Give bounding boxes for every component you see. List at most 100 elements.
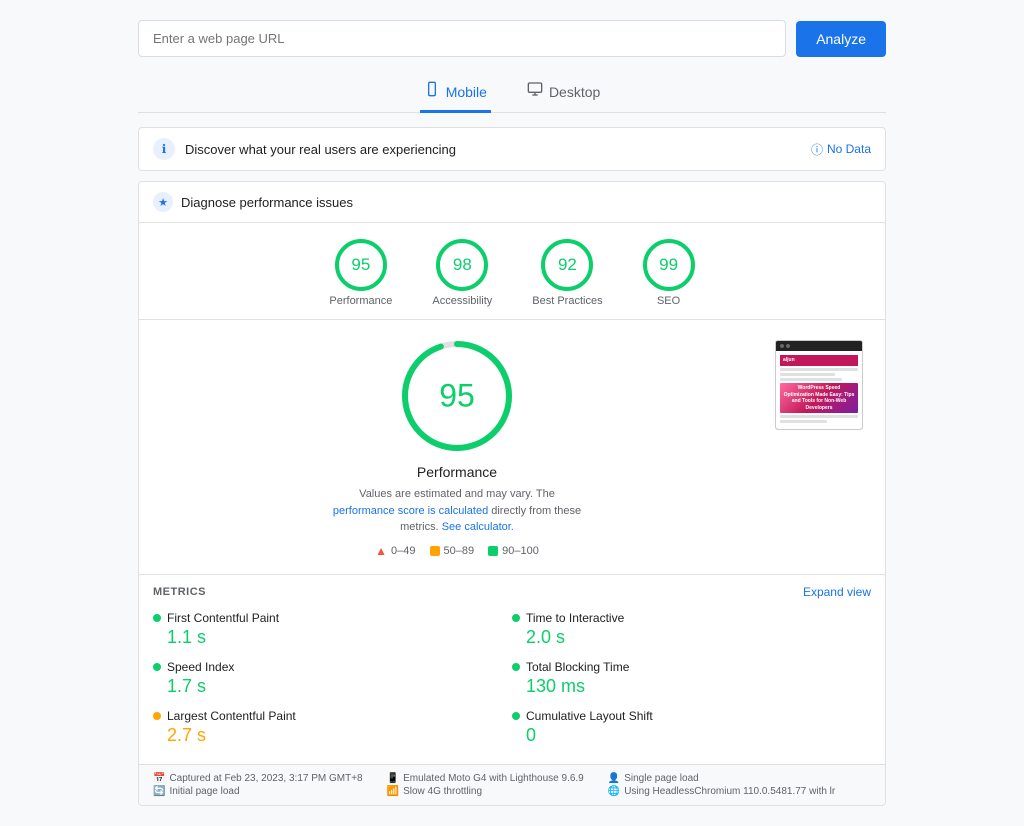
footer-single-page-text: Single page load bbox=[624, 773, 699, 784]
metric-cls-name: Cumulative Layout Shift bbox=[512, 709, 865, 723]
thumb-line-1 bbox=[780, 368, 858, 371]
score-circle-best-practices: 92 bbox=[541, 239, 593, 291]
globe-icon: 🌐 bbox=[608, 786, 620, 797]
thumbnail-content: aljun WordPress Speed Optimization Made … bbox=[776, 351, 862, 429]
score-performance[interactable]: 95 Performance bbox=[329, 239, 392, 307]
tab-desktop-label: Desktop bbox=[549, 84, 600, 100]
performance-main: 95 Performance Values are estimated and … bbox=[139, 320, 885, 575]
score-circle-seo: 99 bbox=[643, 239, 695, 291]
score-label-seo: SEO bbox=[657, 295, 680, 307]
info-icon: ℹ bbox=[153, 138, 175, 160]
metric-fcp-name: First Contentful Paint bbox=[153, 611, 506, 625]
metric-fcp-label: First Contentful Paint bbox=[167, 611, 279, 625]
calculator-link[interactable]: See calculator. bbox=[442, 521, 514, 533]
page-thumbnail: aljun WordPress Speed Optimization Made … bbox=[775, 336, 865, 558]
legend-green: 90–100 bbox=[488, 544, 539, 558]
performance-label: Performance bbox=[417, 464, 497, 480]
footer-col-3: 👤 Single page load 🌐 Using HeadlessChrom… bbox=[608, 773, 835, 797]
metric-lcp-name: Largest Contentful Paint bbox=[153, 709, 506, 723]
expand-view-button[interactable]: Expand view bbox=[803, 585, 871, 599]
metrics-header: METRICS Expand view bbox=[139, 575, 885, 605]
tab-mobile-label: Mobile bbox=[446, 84, 487, 100]
metric-tti: Time to Interactive 2.0 s bbox=[512, 605, 871, 654]
calendar-icon: 📅 bbox=[153, 773, 165, 784]
diagnose-title: Diagnose performance issues bbox=[181, 195, 353, 210]
diagnose-header: ★ Diagnose performance issues bbox=[139, 182, 885, 223]
thumb-dot-2 bbox=[786, 344, 790, 348]
thumb-line-4 bbox=[780, 415, 858, 418]
metric-fcp-value: 1.1 s bbox=[153, 627, 506, 648]
footer-single-page: 👤 Single page load bbox=[608, 773, 835, 784]
legend-range-orange: 50–89 bbox=[444, 545, 475, 557]
score-label-performance: Performance bbox=[329, 295, 392, 307]
metric-tbt-value: 130 ms bbox=[512, 676, 865, 697]
footer-captured-text: Captured at Feb 23, 2023, 3:17 PM GMT+8 bbox=[169, 773, 362, 784]
metric-lcp-label: Largest Contentful Paint bbox=[167, 709, 296, 723]
big-score-value: 95 bbox=[439, 378, 475, 415]
url-input[interactable]: https://www.aljunmajo.com/blog/wordpress… bbox=[138, 20, 786, 57]
thumbnail-topbar bbox=[776, 341, 862, 351]
metrics-grid: First Contentful Paint 1.1 s Time to Int… bbox=[139, 605, 885, 764]
footer-col-1: 📅 Captured at Feb 23, 2023, 3:17 PM GMT+… bbox=[153, 773, 363, 797]
metric-lcp-value: 2.7 s bbox=[153, 725, 506, 746]
thumb-line-5 bbox=[780, 420, 827, 423]
metric-si-name: Speed Index bbox=[153, 660, 506, 674]
tab-desktop[interactable]: Desktop bbox=[523, 73, 604, 113]
banner-no-data[interactable]: ⓘ No Data bbox=[811, 141, 871, 158]
no-data-label: No Data bbox=[827, 142, 871, 156]
footer-throttling: 📶 Slow 4G throttling bbox=[387, 786, 584, 797]
diagnose-icon: ★ bbox=[153, 192, 173, 212]
metric-fcp-dot bbox=[153, 614, 161, 622]
legend-red: ▲ 0–49 bbox=[375, 544, 415, 558]
metric-tbt: Total Blocking Time 130 ms bbox=[512, 654, 871, 703]
user-icon: 👤 bbox=[608, 773, 620, 784]
metric-cls-dot bbox=[512, 712, 520, 720]
tabs-row: Mobile Desktop bbox=[138, 73, 886, 113]
footer-emulated: 📱 Emulated Moto G4 with Lighthouse 9.6.9 bbox=[387, 773, 584, 784]
banner-left: ℹ Discover what your real users are expe… bbox=[153, 138, 456, 160]
mobile-icon bbox=[424, 81, 440, 102]
legend-range-green: 90–100 bbox=[502, 545, 539, 557]
info-circle-icon: ⓘ bbox=[811, 141, 823, 158]
metric-tbt-label: Total Blocking Time bbox=[526, 660, 629, 674]
metric-tbt-dot bbox=[512, 663, 520, 671]
thumb-line-2 bbox=[780, 373, 835, 376]
scores-row: 95 Performance 98 Accessibility 92 Best … bbox=[139, 223, 885, 320]
footer-captured: 📅 Captured at Feb 23, 2023, 3:17 PM GMT+… bbox=[153, 773, 363, 784]
footer-emulated-text: Emulated Moto G4 with Lighthouse 9.6.9 bbox=[403, 773, 584, 784]
metric-fcp: First Contentful Paint 1.1 s bbox=[153, 605, 512, 654]
footer-col-2: 📱 Emulated Moto G4 with Lighthouse 9.6.9… bbox=[387, 773, 584, 797]
perf-score-link[interactable]: performance score is calculated bbox=[333, 505, 488, 517]
thumbnail-title: aljun bbox=[780, 355, 858, 366]
performance-details: 95 Performance Values are estimated and … bbox=[159, 336, 755, 558]
thumb-line-3 bbox=[780, 378, 842, 381]
refresh-icon: 🔄 bbox=[153, 786, 165, 797]
legend-icon-red: ▲ bbox=[375, 544, 387, 558]
metric-si: Speed Index 1.7 s bbox=[153, 654, 512, 703]
banner-text: Discover what your real users are experi… bbox=[185, 142, 456, 157]
legend: ▲ 0–49 50–89 90–100 bbox=[375, 544, 539, 558]
performance-description: Values are estimated and may vary. The p… bbox=[327, 486, 587, 536]
footer-chromium: 🌐 Using HeadlessChromium 110.0.5481.77 w… bbox=[608, 786, 835, 797]
metric-si-value: 1.7 s bbox=[153, 676, 506, 697]
score-best-practices[interactable]: 92 Best Practices bbox=[532, 239, 602, 307]
real-users-banner: ℹ Discover what your real users are expe… bbox=[138, 127, 886, 171]
diagnose-section: ★ Diagnose performance issues 95 Perform… bbox=[138, 181, 886, 806]
metric-lcp-dot bbox=[153, 712, 161, 720]
footer-page-load-text: Initial page load bbox=[169, 786, 239, 797]
thumbnail-preview: aljun WordPress Speed Optimization Made … bbox=[775, 340, 863, 430]
score-accessibility[interactable]: 98 Accessibility bbox=[432, 239, 492, 307]
thumbnail-image-area: WordPress Speed Optimization Made Easy: … bbox=[780, 383, 858, 413]
legend-dot-green bbox=[488, 546, 498, 556]
phone-icon: 📱 bbox=[387, 773, 399, 784]
footer-chromium-text: Using HeadlessChromium 110.0.5481.77 wit… bbox=[624, 786, 835, 797]
tab-mobile[interactable]: Mobile bbox=[420, 73, 491, 113]
metric-cls: Cumulative Layout Shift 0 bbox=[512, 703, 871, 752]
metrics-label: METRICS bbox=[153, 586, 206, 598]
score-seo[interactable]: 99 SEO bbox=[643, 239, 695, 307]
signal-icon: 📶 bbox=[387, 786, 399, 797]
analyze-button[interactable]: Analyze bbox=[796, 21, 886, 57]
metric-tti-dot bbox=[512, 614, 520, 622]
footer-page-load: 🔄 Initial page load bbox=[153, 786, 363, 797]
metric-si-label: Speed Index bbox=[167, 660, 234, 674]
